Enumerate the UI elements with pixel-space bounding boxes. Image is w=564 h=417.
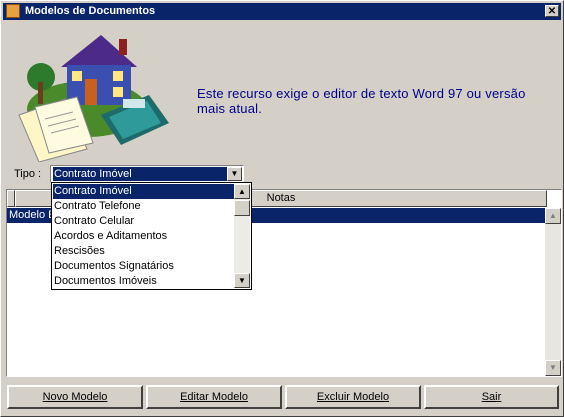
house-documents-illustration <box>18 35 169 162</box>
grid-scrollbar[interactable]: ▲ ▼ <box>545 208 561 376</box>
dropdown-scrollbar[interactable]: ▲ ▼ <box>234 184 250 288</box>
dropdown-option[interactable]: Documentos Imóveis <box>53 274 235 289</box>
scroll-up-icon[interactable]: ▲ <box>545 208 561 224</box>
editar-modelo-button[interactable]: Editar Modelo <box>146 385 282 409</box>
tipo-select[interactable]: Contrato Imóvel ▼ <box>50 165 244 183</box>
sair-button[interactable]: Sair <box>424 385 559 409</box>
novo-modelo-button[interactable]: Novo Modelo <box>7 385 143 409</box>
scroll-thumb[interactable] <box>234 200 250 216</box>
dropdown-option[interactable]: Contrato Telefone <box>53 199 235 214</box>
scroll-down-icon[interactable]: ▼ <box>545 360 561 376</box>
tipo-label: Tipo : <box>14 168 42 180</box>
window-title: Modelos de Documentos <box>25 5 156 17</box>
tipo-selected-value: Contrato Imóvel <box>53 167 227 181</box>
title-bar: Modelos de Documentos ✕ <box>3 3 561 20</box>
scroll-up-icon[interactable]: ▲ <box>234 184 250 199</box>
button-bar: Novo Modelo Editar Modelo Excluir Modelo… <box>7 385 559 409</box>
dropdown-option[interactable]: Acordos e Aditamentos <box>53 229 235 244</box>
scroll-down-icon[interactable]: ▼ <box>234 273 250 288</box>
window: Modelos de Documentos ✕ Este recurso exi… <box>0 0 564 417</box>
tipo-dropdown-list[interactable]: Contrato Imóvel Contrato Telefone Contra… <box>51 182 252 290</box>
app-icon <box>6 4 20 18</box>
dropdown-option[interactable]: Contrato Imóvel <box>53 184 235 199</box>
dropdown-option[interactable]: Contrato Celular <box>53 214 235 229</box>
excluir-modelo-button[interactable]: Excluir Modelo <box>285 385 421 409</box>
info-text: Este recurso exige o editor de texto Wor… <box>197 86 526 116</box>
grid-header-indicator <box>7 190 15 207</box>
dropdown-option[interactable]: Rescisões <box>53 244 235 259</box>
dropdown-option[interactable]: Documentos Signatários <box>53 259 235 274</box>
close-button[interactable]: ✕ <box>545 5 559 17</box>
chevron-down-icon[interactable]: ▼ <box>227 167 242 181</box>
